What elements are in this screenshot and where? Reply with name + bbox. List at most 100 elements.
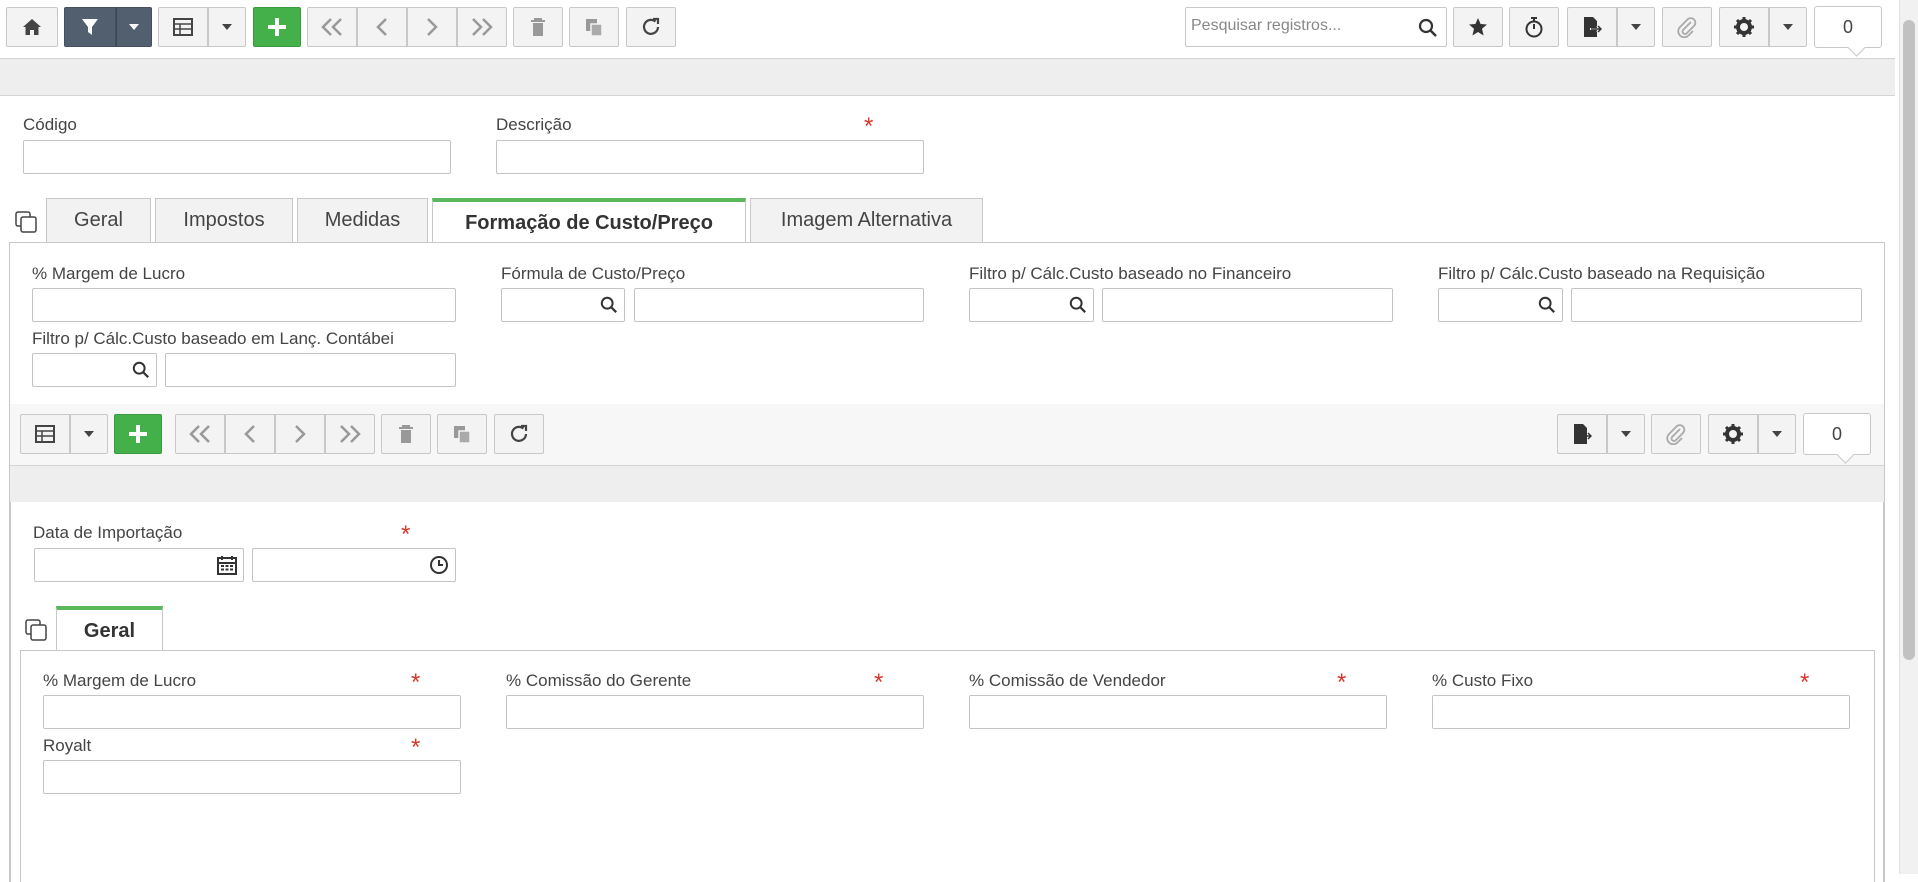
filter-icon (82, 19, 98, 35)
export-dropdown-button[interactable] (1617, 7, 1655, 47)
filtro-financeiro-code-input[interactable] (969, 288, 1094, 322)
tab-geral[interactable]: Geral (46, 198, 151, 242)
double-chevron-left-icon (189, 425, 210, 443)
sub-refresh-button[interactable] (494, 414, 544, 454)
sub-first-record-button[interactable] (175, 414, 225, 454)
sub-export-button[interactable] (1557, 414, 1607, 454)
margem-lucro-label: % Margem de Lucro (32, 264, 186, 283)
formula-custo-description-input[interactable] (634, 288, 924, 322)
sub-settings-dropdown-button[interactable] (1758, 414, 1796, 454)
search-box (1185, 7, 1447, 47)
tab-impostos[interactable]: Impostos (155, 198, 293, 242)
first-record-button[interactable] (307, 7, 357, 47)
sub-next-record-button[interactable] (275, 414, 325, 454)
plus-icon (268, 18, 286, 36)
sub-previous-record-button[interactable] (225, 414, 275, 454)
data-importacao-required-mark: * (401, 521, 411, 548)
comissao-vendedor-input[interactable] (969, 695, 1387, 729)
filtro-contabil-code-input[interactable] (32, 353, 157, 387)
filtro-requisicao-description-input[interactable] (1571, 288, 1862, 322)
home-icon (23, 19, 41, 35)
chevron-down-icon (1631, 24, 1641, 30)
double-chevron-right-icon (472, 18, 493, 36)
chevron-left-icon (244, 425, 255, 443)
sub-settings-button[interactable] (1708, 414, 1758, 454)
page-scrollbar[interactable] (1899, 0, 1918, 874)
chevron-right-icon (295, 425, 306, 443)
formula-custo-code-input[interactable] (501, 288, 625, 322)
sub-export-dropdown-button[interactable] (1607, 414, 1645, 454)
filtro-financeiro-description-input[interactable] (1102, 288, 1393, 322)
chevron-down-icon (84, 431, 94, 437)
next-record-button[interactable] (407, 7, 457, 47)
paperclip-icon (1666, 424, 1686, 445)
search-icon[interactable] (600, 296, 618, 314)
detail-tab-bar: Geral (0, 606, 200, 652)
export-button[interactable] (1567, 7, 1617, 47)
search-icon[interactable] (1418, 18, 1438, 38)
calendar-icon[interactable] (217, 555, 237, 575)
margem-lucro-input[interactable] (32, 288, 456, 322)
sub-grid-view-button[interactable] (20, 414, 70, 454)
tab-formacao-custo-preco[interactable]: Formação de Custo/Preço (432, 198, 746, 244)
subtab-geral[interactable]: Geral (56, 606, 163, 652)
paperclip-icon (1677, 17, 1697, 38)
search-icon[interactable] (1538, 296, 1556, 314)
codigo-label: Código (23, 115, 77, 134)
grid-view-button[interactable] (158, 7, 208, 47)
comissao-gerente-input[interactable] (506, 695, 924, 729)
royalt-label: Royalt (43, 736, 92, 755)
sub-attachments-button[interactable] (1651, 414, 1701, 454)
formula-custo-label: Fórmula de Custo/Preço (501, 264, 686, 283)
search-icon[interactable] (1069, 296, 1087, 314)
main-tab-bar: Geral Impostos Medidas Formação de Custo… (0, 198, 1918, 244)
chevron-down-icon (1621, 431, 1631, 437)
search-input[interactable] (1186, 8, 1401, 44)
sub-copy-record-button[interactable] (437, 414, 487, 454)
grid-view-dropdown-button[interactable] (208, 7, 246, 47)
sub-record-counter: 0 (1803, 413, 1871, 455)
codigo-input[interactable] (23, 140, 451, 174)
custo-fixo-input[interactable] (1432, 695, 1850, 729)
descricao-input[interactable] (496, 140, 924, 174)
filter-button[interactable] (64, 7, 116, 47)
sub-grid-view-dropdown-button[interactable] (70, 414, 108, 454)
tab-imagem-alternativa[interactable]: Imagem Alternativa (750, 198, 983, 242)
comissao-gerente-label: % Comissão do Gerente (506, 671, 692, 690)
double-chevron-left-icon (321, 18, 342, 36)
data-importacao-date-input[interactable] (34, 548, 244, 582)
sub-last-record-button[interactable] (325, 414, 375, 454)
sub-add-record-button[interactable] (114, 414, 162, 454)
detail-margem-lucro-input[interactable] (43, 695, 461, 729)
chevron-down-icon (1772, 431, 1782, 437)
tab-medidas[interactable]: Medidas (297, 198, 428, 242)
filtro-requisicao-code-input[interactable] (1438, 288, 1563, 322)
search-icon[interactable] (132, 361, 150, 379)
settings-dropdown-button[interactable] (1769, 7, 1807, 47)
previous-record-button[interactable] (357, 7, 407, 47)
refresh-button[interactable] (626, 7, 676, 47)
delete-record-button[interactable] (513, 7, 563, 47)
filtro-contabil-description-input[interactable] (165, 353, 456, 387)
scrollbar-thumb[interactable] (1903, 20, 1915, 660)
detail-margem-lucro-label: % Margem de Lucro (43, 671, 197, 690)
comissao-vendedor-required-mark: * (1337, 669, 1347, 696)
clock-icon[interactable] (429, 555, 449, 575)
home-button[interactable] (6, 7, 58, 47)
copy-record-button[interactable] (569, 7, 619, 47)
attachments-button[interactable] (1662, 7, 1712, 47)
royalt-input[interactable] (43, 760, 461, 794)
settings-button[interactable] (1719, 7, 1769, 47)
custo-fixo-required-mark: * (1800, 669, 1810, 696)
last-record-button[interactable] (457, 7, 507, 47)
comissao-gerente-required-mark: * (874, 669, 884, 696)
chevron-right-icon (427, 18, 438, 36)
filter-dropdown-button[interactable] (116, 7, 152, 47)
detail-margem-required-mark: * (411, 669, 421, 696)
data-importacao-time-input[interactable] (252, 548, 456, 582)
favorites-button[interactable] (1453, 7, 1503, 47)
table-icon (35, 425, 55, 443)
sub-delete-record-button[interactable] (381, 414, 431, 454)
timer-button[interactable] (1509, 7, 1559, 47)
add-record-button[interactable] (253, 7, 301, 47)
